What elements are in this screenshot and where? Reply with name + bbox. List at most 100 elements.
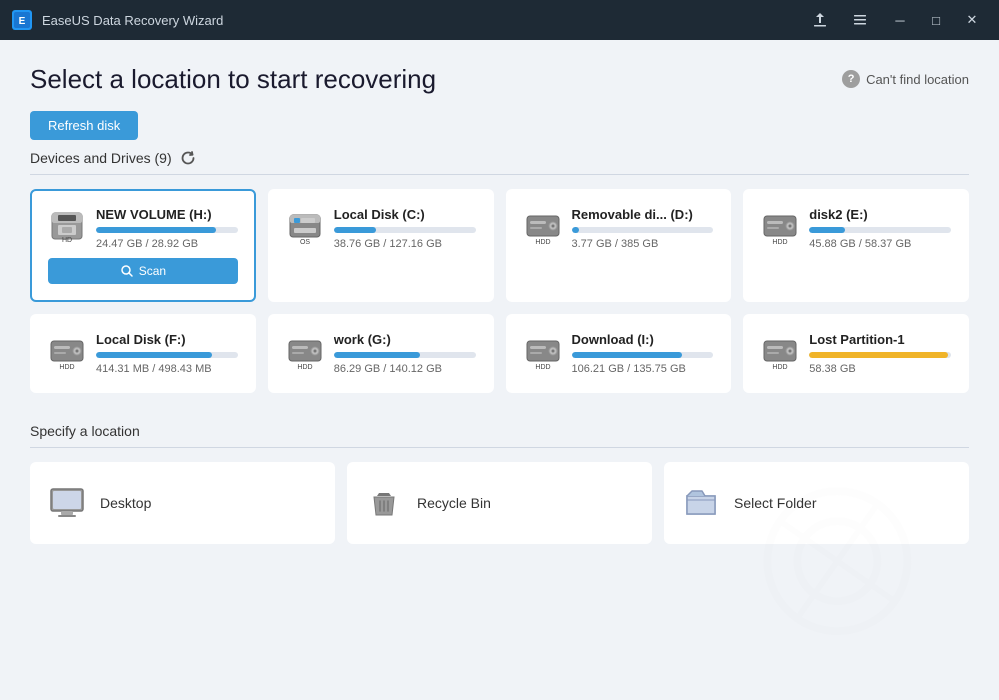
drive-icon-6: HDD [524, 332, 562, 370]
refresh-icon-button[interactable] [180, 150, 196, 166]
drive-card-inner-2: HDD Removable di... (D:) 3.77 GB / 385 G… [524, 207, 714, 250]
drive-size-3: 45.88 GB / 58.37 GB [809, 238, 951, 250]
drive-info-1: Local Disk (C:) 38.76 GB / 127.16 GB [334, 207, 476, 250]
specify-section-title: Specify a location [30, 423, 969, 448]
drive-bar-bg-1 [334, 227, 476, 233]
svg-text:HDD: HDD [59, 364, 74, 370]
cant-find-location[interactable]: ? Can't find location [842, 70, 969, 88]
drive-card-1[interactable]: OS Local Disk (C:) 38.76 GB / 127.16 GB [268, 189, 494, 302]
drive-card-4[interactable]: HDD Local Disk (F:) 414.31 MB / 498.43 M… [30, 314, 256, 393]
location-name-2: Select Folder [734, 495, 816, 511]
drive-card-2[interactable]: HDD Removable di... (D:) 3.77 GB / 385 G… [506, 189, 732, 302]
drive-card-inner-4: HDD Local Disk (F:) 414.31 MB / 498.43 M… [48, 332, 238, 375]
drive-bar-bg-2 [572, 227, 714, 233]
location-grid: Desktop Recycle Bin Select Folder [30, 462, 969, 544]
drive-name-4: Local Disk (F:) [96, 332, 238, 347]
drive-bar-fill-6 [572, 352, 683, 358]
svg-text:HDD: HDD [773, 239, 788, 245]
location-card-recycle[interactable]: Recycle Bin [347, 462, 652, 544]
drive-size-4: 414.31 MB / 498.43 MB [96, 363, 238, 375]
drive-card-6[interactable]: HDD Download (I:) 106.21 GB / 135.75 GB [506, 314, 732, 393]
window-controls: ─ □ ✕ [805, 8, 987, 32]
svg-text:HDD: HDD [535, 239, 550, 245]
drive-bar-fill-5 [334, 352, 420, 358]
drive-name-3: disk2 (E:) [809, 207, 951, 222]
drive-name-2: Removable di... (D:) [572, 207, 714, 222]
drive-info-2: Removable di... (D:) 3.77 GB / 385 GB [572, 207, 714, 250]
app-title: EaseUS Data Recovery Wizard [42, 13, 805, 28]
titlebar: E EaseUS Data Recovery Wizard ─ □ ✕ [0, 0, 999, 40]
drive-info-6: Download (I:) 106.21 GB / 135.75 GB [572, 332, 714, 375]
location-icon-recycle [365, 484, 403, 522]
devices-section-title: Devices and Drives (9) [30, 150, 172, 166]
drive-info-5: work (G:) 86.29 GB / 140.12 GB [334, 332, 476, 375]
page-title: Select a location to start recovering [30, 64, 436, 95]
drive-info-4: Local Disk (F:) 414.31 MB / 498.43 MB [96, 332, 238, 375]
drive-bar-fill-7 [809, 352, 948, 358]
drive-bar-bg-6 [572, 352, 714, 358]
drive-bar-fill-0 [96, 227, 216, 233]
main-content: Select a location to start recovering ? … [0, 40, 999, 700]
svg-text:HDD: HDD [535, 364, 550, 370]
drive-card-inner-6: HDD Download (I:) 106.21 GB / 135.75 GB [524, 332, 714, 375]
drive-bar-fill-2 [572, 227, 579, 233]
drive-icon-4: HDD [48, 332, 86, 370]
drive-size-1: 38.76 GB / 127.16 GB [334, 238, 476, 250]
drive-icon-2: HDD [524, 207, 562, 245]
drive-icon-0: HD [48, 207, 86, 245]
drive-bar-bg-7 [809, 352, 951, 358]
upload-btn[interactable] [805, 8, 835, 32]
location-icon-desktop [48, 484, 86, 522]
location-icon-folder [682, 484, 720, 522]
drive-info-0: NEW VOLUME (H:) 24.47 GB / 28.92 GB [96, 207, 238, 250]
drive-info-3: disk2 (E:) 45.88 GB / 58.37 GB [809, 207, 951, 250]
drive-bar-fill-3 [809, 227, 844, 233]
refresh-disk-button[interactable]: Refresh disk [30, 111, 138, 140]
drive-bar-bg-4 [96, 352, 238, 358]
svg-text:OS: OS [300, 239, 310, 245]
drive-card-0[interactable]: HD NEW VOLUME (H:) 24.47 GB / 28.92 GB S… [30, 189, 256, 302]
drive-icon-3: HDD [761, 207, 799, 245]
drive-card-7[interactable]: HDD Lost Partition-1 58.38 GB [743, 314, 969, 393]
drive-bar-fill-1 [334, 227, 377, 233]
drive-name-5: work (G:) [334, 332, 476, 347]
help-icon: ? [842, 70, 860, 88]
drive-bar-bg-0 [96, 227, 238, 233]
svg-text:HDD: HDD [773, 364, 788, 370]
drive-card-inner-0: HD NEW VOLUME (H:) 24.47 GB / 28.92 GB [48, 207, 238, 250]
drive-card-inner-1: OS Local Disk (C:) 38.76 GB / 127.16 GB [286, 207, 476, 250]
drive-name-1: Local Disk (C:) [334, 207, 476, 222]
location-name-1: Recycle Bin [417, 495, 491, 511]
drive-bar-bg-5 [334, 352, 476, 358]
drive-size-0: 24.47 GB / 28.92 GB [96, 238, 238, 250]
maximize-btn[interactable]: □ [921, 8, 951, 32]
app-logo: E [12, 10, 32, 30]
drive-icon-1: OS [286, 207, 324, 245]
location-card-desktop[interactable]: Desktop [30, 462, 335, 544]
drive-card-3[interactable]: HDD disk2 (E:) 45.88 GB / 58.37 GB [743, 189, 969, 302]
close-btn[interactable]: ✕ [957, 8, 987, 32]
drive-card-inner-7: HDD Lost Partition-1 58.38 GB [761, 332, 951, 375]
devices-section-header: Devices and Drives (9) [30, 150, 969, 175]
drive-name-7: Lost Partition-1 [809, 332, 951, 347]
minimize-btn[interactable]: ─ [885, 8, 915, 32]
location-card-folder[interactable]: Select Folder [664, 462, 969, 544]
header: Select a location to start recovering ? … [0, 40, 999, 111]
drive-icon-7: HDD [761, 332, 799, 370]
drive-size-6: 106.21 GB / 135.75 GB [572, 363, 714, 375]
drive-info-7: Lost Partition-1 58.38 GB [809, 332, 951, 375]
cant-find-label: Can't find location [866, 72, 969, 87]
svg-text:E: E [19, 16, 26, 27]
drives-grid: HD NEW VOLUME (H:) 24.47 GB / 28.92 GB S… [30, 189, 969, 393]
drive-icon-5: HDD [286, 332, 324, 370]
scroll-area[interactable]: Refresh disk Devices and Drives (9) HD [0, 111, 999, 700]
drive-card-inner-3: HDD disk2 (E:) 45.88 GB / 58.37 GB [761, 207, 951, 250]
drive-size-7: 58.38 GB [809, 363, 951, 375]
specify-section: Specify a location Desktop Recycle Bin [30, 423, 969, 544]
drive-card-5[interactable]: HDD work (G:) 86.29 GB / 140.12 GB [268, 314, 494, 393]
menu-btn[interactable] [845, 8, 875, 32]
drive-size-5: 86.29 GB / 140.12 GB [334, 363, 476, 375]
svg-text:HD: HD [62, 237, 72, 244]
scan-button[interactable]: Scan [48, 258, 238, 284]
drive-card-inner-5: HDD work (G:) 86.29 GB / 140.12 GB [286, 332, 476, 375]
